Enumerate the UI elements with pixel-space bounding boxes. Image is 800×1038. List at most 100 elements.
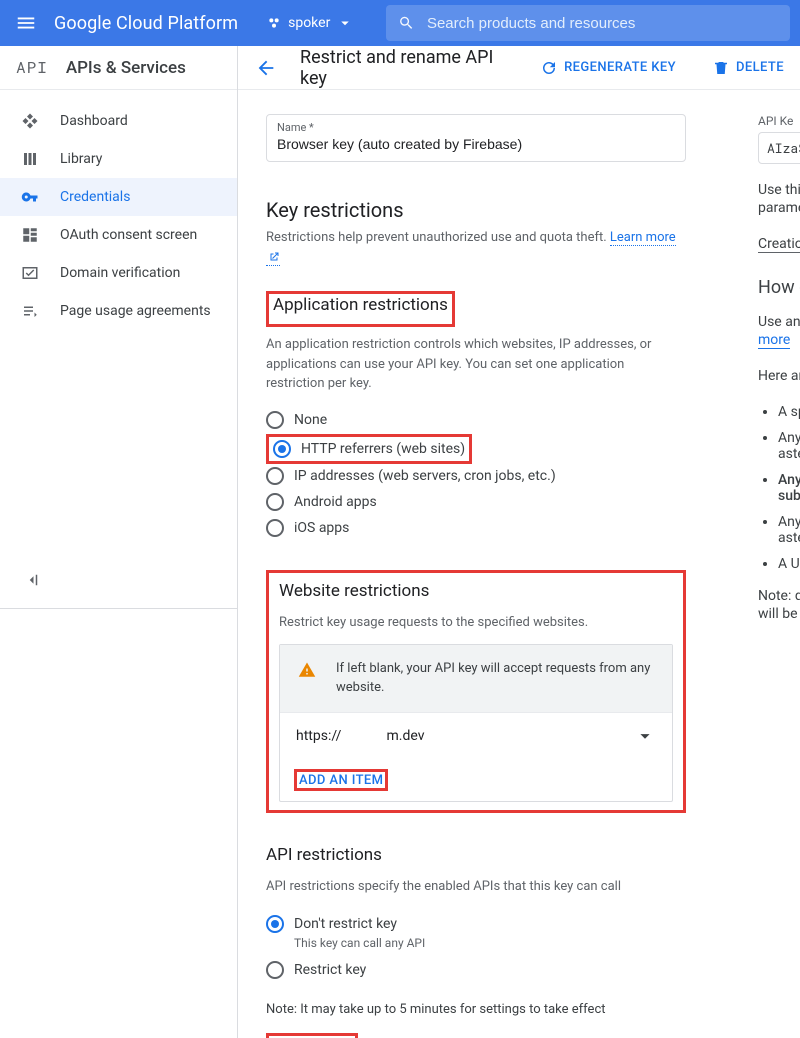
note-qu: Note: qu: [758, 588, 800, 604]
more-link[interactable]: more: [758, 332, 790, 349]
sidebar-item-credentials[interactable]: Credentials: [0, 178, 237, 216]
project-picker[interactable]: spoker: [260, 10, 360, 36]
project-name: spoker: [288, 15, 330, 31]
key-restrictions-subtext: Restrictions help prevent unauthorized u…: [266, 228, 686, 267]
search-icon: [398, 14, 415, 32]
sidebar-item-label: Dashboard: [60, 113, 128, 129]
sidebar-divider: [0, 608, 237, 609]
api-restrictions-title: API restrictions: [266, 845, 382, 865]
website-restrictions-desc: Restrict key usage requests to the speci…: [279, 615, 673, 630]
bullet-0: A sp: [778, 404, 800, 420]
sidebar-title: APIs & Services: [66, 58, 186, 78]
bullet-3: Any aste: [778, 514, 800, 546]
regenerate-label: Regenerate Key: [564, 60, 676, 75]
page-header: Restrict and rename API key Regenerate K…: [238, 46, 800, 90]
api-restrictions-section: API restrictions API restrictions specif…: [266, 845, 686, 982]
back-button[interactable]: [252, 54, 280, 82]
search-input[interactable]: [427, 15, 778, 32]
sidebar-item-label: Domain verification: [60, 265, 180, 281]
api-key-value: AIzaS: [758, 132, 800, 164]
howto-title: How c: [758, 277, 800, 298]
menu-icon[interactable]: [6, 3, 46, 43]
collapse-sidebar-button[interactable]: [20, 568, 44, 592]
add-item-highlight: ADD AN ITEM: [294, 769, 388, 791]
radio-dont-restrict[interactable]: Don't restrict key: [266, 912, 686, 936]
radio-icon: [266, 493, 284, 511]
bullet-2: Any sub: [778, 472, 800, 504]
topbar: Google Cloud Platform spoker: [0, 0, 800, 46]
name-field[interactable]: Name *: [266, 114, 686, 162]
referrer-value: https:// m.dev: [296, 728, 425, 744]
dashboard-icon: [20, 111, 40, 131]
sidebar-item-label: OAuth consent screen: [60, 227, 197, 243]
sidebar-item-dashboard[interactable]: Dashboard: [0, 102, 237, 140]
sidebar-nav: Dashboard Library Credentials OAuth cons…: [0, 90, 237, 330]
regenerate-key-button[interactable]: Regenerate Key: [532, 53, 684, 83]
check-icon: [20, 263, 40, 283]
project-icon: [266, 15, 282, 31]
chevron-down-icon: [336, 14, 354, 32]
app-restrictions-highlight: Application restrictions: [266, 291, 455, 327]
sidebar-item-oauth[interactable]: OAuth consent screen: [0, 216, 237, 254]
sidebar-item-domain[interactable]: Domain verification: [0, 254, 237, 292]
radio-none[interactable]: None: [266, 408, 686, 432]
bullet-4: A UR: [778, 556, 800, 572]
search-box[interactable]: [386, 5, 790, 41]
warning-icon: [298, 661, 316, 698]
settings-delay-note: Note: It may take up to 5 minutes for se…: [266, 1002, 686, 1017]
sidebar-item-label: Credentials: [60, 189, 130, 205]
sidebar-item-library[interactable]: Library: [0, 140, 237, 178]
right-panel: API Ke AIzaS Use this paramet Creation H…: [758, 114, 800, 642]
external-link-icon: [268, 251, 280, 263]
here-are-text: Here are: [758, 368, 800, 384]
note-ig: will be ig: [758, 606, 800, 622]
key-restrictions-title: Key restrictions: [266, 198, 686, 222]
form-column: Name * Key restrictions Restrictions hel…: [266, 114, 686, 1038]
delete-button[interactable]: Delete: [704, 53, 792, 83]
sidebar: API APIs & Services Dashboard Library Cr…: [0, 46, 238, 1038]
app-restrictions-title: Application restrictions: [273, 295, 448, 315]
api-key-label: API Ke: [758, 114, 800, 128]
creation-label: Creation: [758, 236, 800, 253]
website-restrictions-title: Website restrictions: [279, 581, 429, 601]
radio-icon: [266, 467, 284, 485]
app-restriction-radio-group: None HTTP referrers (web sites) IP addre…: [266, 408, 686, 540]
radio-ios[interactable]: iOS apps: [266, 516, 686, 540]
actions-row: SAVE CANCEL: [266, 1033, 686, 1038]
sidebar-item-label: Page usage agreements: [60, 303, 211, 319]
website-card: If left blank, your API key will accept …: [279, 644, 673, 802]
app-restrictions-desc: An application restriction controls whic…: [266, 335, 686, 394]
delete-label: Delete: [736, 60, 784, 75]
radio-android[interactable]: Android apps: [266, 490, 686, 514]
usage-text-2: paramet: [758, 200, 800, 216]
website-restrictions-highlight: Website restrictions Restrict key usage …: [266, 570, 686, 813]
library-icon: [20, 149, 40, 169]
name-input[interactable]: [277, 134, 675, 152]
blank-warning-banner: If left blank, your API key will accept …: [280, 645, 672, 712]
referrer-row[interactable]: https:// m.dev: [280, 712, 672, 759]
bullet-1: Any aste: [778, 430, 800, 462]
refresh-icon: [540, 59, 558, 77]
agreements-icon: [20, 301, 40, 321]
blank-warning-text: If left blank, your API key will accept …: [336, 659, 654, 698]
main: Restrict and rename API key Regenerate K…: [238, 46, 800, 1038]
add-item-button[interactable]: ADD AN ITEM: [299, 773, 383, 788]
radio-http-referrers[interactable]: HTTP referrers (web sites): [273, 437, 465, 461]
api-restrictions-desc: API restrictions specify the enabled API…: [266, 879, 686, 894]
content: API Ke AIzaS Use this paramet Creation H…: [238, 90, 800, 1038]
radio-icon: [266, 411, 284, 429]
radio-icon: [273, 440, 291, 458]
brand-title: Google Cloud Platform: [54, 13, 238, 34]
radio-icon: [266, 915, 284, 933]
sidebar-item-agreements[interactable]: Page usage agreements: [0, 292, 237, 330]
radio-restrict-key[interactable]: Restrict key: [266, 958, 686, 982]
trash-icon: [712, 59, 730, 77]
save-highlight: SAVE: [266, 1033, 358, 1038]
radio-dont-restrict-sub: This key can call any API: [294, 936, 686, 950]
add-item-row: ADD AN ITEM: [280, 759, 672, 801]
usage-text-1: Use this: [758, 182, 800, 198]
name-field-label: Name *: [277, 121, 675, 134]
page-title: Restrict and rename API key: [300, 47, 512, 89]
radio-ip-addresses[interactable]: IP addresses (web servers, cron jobs, et…: [266, 464, 686, 488]
sidebar-item-label: Library: [60, 151, 102, 167]
